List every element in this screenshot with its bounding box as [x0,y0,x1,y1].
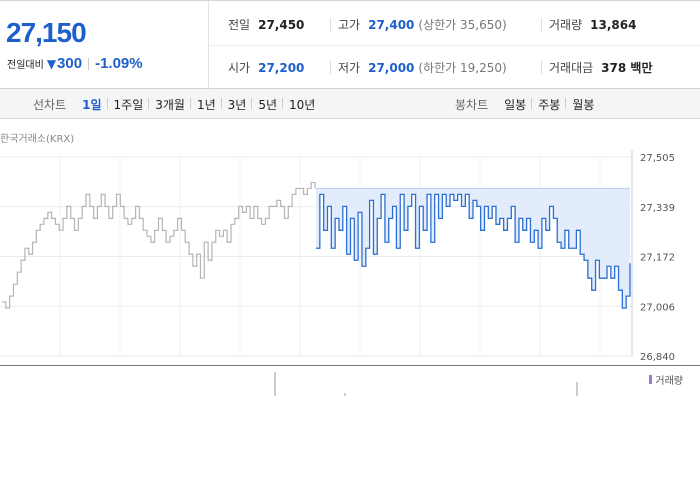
stat-value: 27,400 [368,17,415,32]
down-arrow-icon: ▼ [46,56,57,71]
y-tick-label: 27,006 [640,302,675,313]
line-chart-title: 선차트 [33,97,67,112]
stat-volume: 거래량 13,864 [549,16,636,33]
divider [88,57,90,70]
stat-value: 27,000 [368,60,415,75]
stat-open: 시가 27,200 [228,59,304,76]
tab-3y[interactable]: 3년 [220,96,253,113]
stat-value: 27,450 [258,17,305,32]
stat-label: 고가 [338,18,361,32]
stat-label: 거래대금 [549,61,594,75]
tab-1w[interactable]: 1주일 [106,96,150,113]
current-price-box: 27,150 전일대비 ▼ 300 -1.09% [0,1,209,89]
intraday-chart: 27,505 27,339 27,172 27,006 26,840 [0,120,700,366]
divider [541,61,542,74]
quote-summary: 27,150 전일대비 ▼ 300 -1.09% 전일 27,450 고가 27… [0,0,700,89]
chart-period-tabs: 선차트 1일 1주일 3개월 1년 3년 5년 10년 봉차트 일봉 주봉 월봉 [0,89,700,119]
price-change: 전일대비 ▼ 300 -1.09% [7,55,143,72]
y-tick-label: 27,505 [640,153,675,164]
stat-sub: (하한가 19,250) [418,61,507,75]
change-value: 300 [57,55,83,72]
stat-prev-close: 전일 27,450 [228,16,304,33]
tab-3m[interactable]: 3개월 [148,96,191,113]
divider [541,18,542,31]
stat-low: 저가 27,000 (하한가 19,250) [338,59,507,76]
tab-1y[interactable]: 1년 [189,96,222,113]
y-tick-label: 27,172 [640,253,675,264]
y-tick-label: 26,840 [640,352,675,363]
data-source: 한국거래소(KRX) [0,134,75,145]
tab-5y[interactable]: 5년 [251,96,283,113]
change-percent: -1.09% [95,55,143,72]
candle-chart-tabs: 봉차트 일봉 주봉 월봉 [455,89,600,119]
change-label: 전일대비 [7,60,44,71]
stat-value: 378 백만 [601,61,653,75]
stat-label: 거래량 [549,18,583,32]
tab-1d[interactable]: 1일 [76,96,107,113]
stat-high: 고가 27,400 (상한가 35,650) [338,16,507,33]
stat-label: 전일 [228,18,251,32]
divider [330,61,331,74]
volume-area [274,372,578,396]
stat-value: 13,864 [590,17,637,32]
stat-label: 시가 [228,61,251,75]
stat-sub: (상한가 35,650) [418,18,507,32]
y-tick-label: 27,339 [640,203,675,214]
tab-monthly[interactable]: 월봉 [565,96,600,113]
current-price: 27,150 [6,17,87,48]
tab-daily[interactable]: 일봉 [498,96,532,113]
stat-label: 저가 [338,61,361,75]
series-line-previous [2,181,316,309]
stat-value: 27,200 [258,60,305,75]
divider [330,18,331,31]
tab-10y[interactable]: 10년 [282,96,321,113]
line-chart-tabs: 선차트 1일 1주일 3개월 1년 3년 5년 10년 [33,89,321,119]
stat-amount: 거래대금 378 백만 [549,59,652,76]
candle-chart-title: 봉차트 [455,97,489,112]
tab-weekly[interactable]: 주봉 [531,96,566,113]
chart-canvas: 27,505 27,339 27,172 27,006 26,840 [0,150,675,363]
divider [210,45,700,46]
